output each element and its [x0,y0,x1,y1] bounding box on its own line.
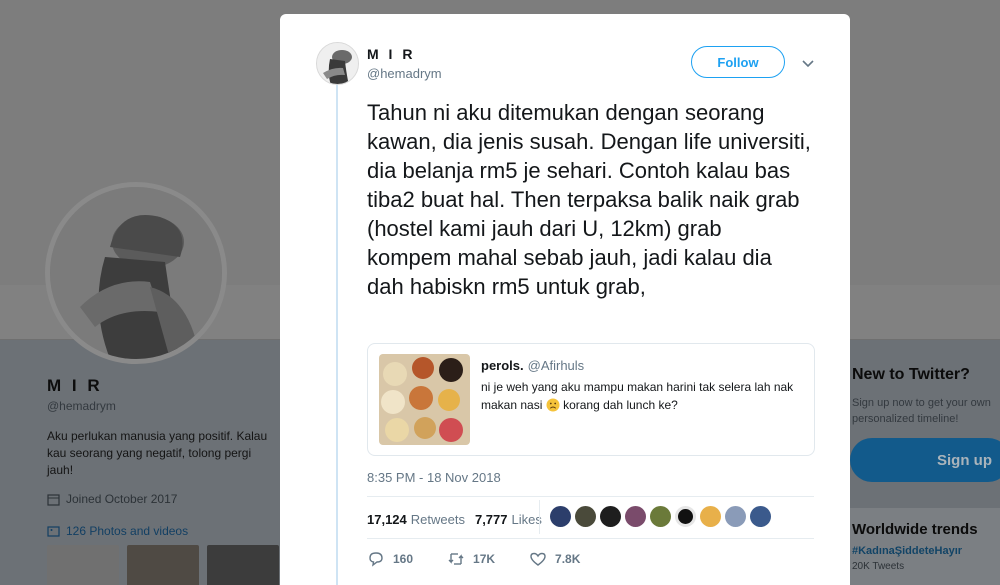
sad-face-emoji [546,398,560,412]
liker-avatar[interactable] [575,506,596,527]
new-to-twitter-subtitle: Sign up now to get your own personalized… [852,397,991,425]
profile-photos-link[interactable]: 126 Photos and videos [47,524,188,538]
divider [367,496,814,497]
tweet-modal: M I R @hemadrym Follow Tahun ni aku dite… [280,14,850,585]
tweet-timestamp[interactable]: 8:35 PM - 18 Nov 2018 [367,470,501,485]
photo-thumbnail[interactable] [127,545,199,585]
photos-icon [47,525,60,537]
signup-button[interactable]: Sign up [850,438,1000,482]
follow-button[interactable]: Follow [691,46,785,78]
reply-icon [369,552,383,567]
calendar-icon [47,493,60,506]
profile-photo-thumbnails [47,545,279,585]
liker-avatar[interactable] [700,506,721,527]
quoted-tweet-handle: @Afirhuls [527,358,585,373]
liker-avatars [550,506,771,527]
likes-count[interactable]: 7,777 [475,512,508,527]
retweet-button[interactable]: 17K [447,550,495,568]
new-to-twitter-title: New to Twitter? [852,366,970,383]
liker-avatar[interactable] [675,506,696,527]
right-sidebar: New to Twitter? Sign up now to get your … [850,340,1000,585]
like-button[interactable]: 7.8K [529,550,580,568]
stats-separator [539,500,540,534]
liker-avatar[interactable] [750,506,771,527]
liker-avatar[interactable] [600,506,621,527]
author-handle[interactable]: @hemadrym [367,66,442,81]
retweet-count: 17K [473,552,496,566]
reply-count: 160 [393,552,414,566]
thread-line [336,80,338,585]
profile-bio: Aku perlukan manusia yang positif. Kalau… [47,429,268,477]
like-icon [530,552,546,566]
quoted-tweet-image [379,354,470,445]
reply-button[interactable]: 160 [367,550,413,568]
likes-label[interactable]: Likes [512,512,542,527]
tweet-text: Tahun ni aku ditemukan dengan seorang ka… [367,100,811,299]
liker-avatar[interactable] [625,506,646,527]
profile-handle: @hemadrym [47,399,116,413]
liker-avatar[interactable] [725,506,746,527]
photo-thumbnail[interactable] [47,545,119,585]
photo-thumbnail[interactable] [207,545,279,585]
author-avatar[interactable] [316,42,359,85]
trend-item[interactable]: #KadınaŞiddeteHayır [852,545,962,557]
tweet-stats: 17,124 Retweets 7,777 Likes [367,508,542,530]
trends-title: Worldwide trends [852,521,978,538]
quoted-tweet-author: perols. [481,358,524,373]
chevron-down-icon[interactable] [800,55,816,71]
profile-joined-text: Joined October 2017 [66,492,178,506]
liker-avatar[interactable] [550,506,571,527]
profile-joined: Joined October 2017 [47,492,177,506]
quoted-tweet-header: perols. @Afirhuls [481,358,584,373]
divider [367,538,814,539]
retweet-icon [448,553,464,565]
profile-photos-text: 126 Photos and videos [66,524,189,538]
author-name[interactable]: M I R [367,46,415,62]
like-count: 7.8K [555,552,581,566]
quoted-tweet-text: ni je weh yang aku mampu makan harini ta… [481,378,801,414]
quoted-tweet[interactable]: perols. @Afirhuls ni je weh yang aku mamp… [367,343,815,456]
quoted-tweet-text-part2: korang dah lunch ke? [563,398,678,412]
profile-avatar [45,182,227,364]
trend-count: 20K Tweets [852,561,905,572]
retweets-label[interactable]: Retweets [411,512,465,527]
liker-avatar[interactable] [650,506,671,527]
tweet-actions: 160 17K 7.8K [367,550,614,568]
retweets-count[interactable]: 17,124 [367,512,407,527]
profile-name: M I R [47,376,103,395]
